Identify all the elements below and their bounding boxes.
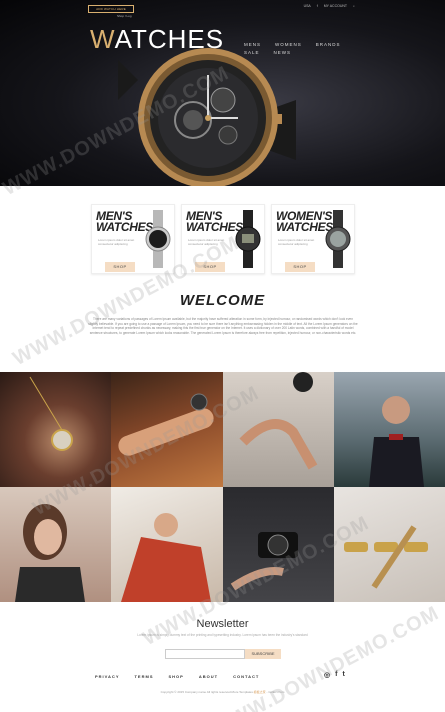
copyright-link[interactable]: 模板之家: [254, 690, 266, 694]
gallery-photo-man-red[interactable]: [111, 487, 223, 602]
newsletter-title: Newsletter: [196, 618, 249, 630]
gallery-photo-camera[interactable]: [222, 487, 334, 602]
cart-button[interactable]: ADD WATCH HERE: [88, 5, 134, 13]
logo-first-letter: W: [90, 24, 115, 54]
steel-watch-image: [145, 210, 171, 268]
digital-watch-image: [235, 210, 261, 268]
footer-link-shop[interactable]: SHOP: [168, 674, 183, 679]
gallery-photo-watches-display[interactable]: [333, 487, 445, 602]
product-card-mens-2[interactable]: MEN'S WATCHES Lorem ipsum dolor sit amet…: [181, 204, 265, 274]
newsletter-email-input[interactable]: [165, 649, 245, 659]
facebook-icon[interactable]: f: [335, 671, 337, 679]
card-description: Lorem ipsum dolor sit amet consectetur a…: [98, 238, 135, 246]
search-icon[interactable]: ⌕: [353, 4, 355, 8]
footer-link-terms[interactable]: TERMS: [134, 674, 153, 679]
social-links: ◎ f t: [324, 671, 345, 679]
hero-banner: ADD WATCH HERE Shop / Log WATCHES USA f …: [0, 0, 445, 186]
facebook-icon[interactable]: f: [317, 4, 318, 8]
gallery-photo-woman[interactable]: [0, 487, 112, 602]
instagram-icon[interactable]: ◎: [324, 671, 330, 679]
sport-watch-image: [325, 210, 351, 268]
product-card-womens[interactable]: WOMEN'S WATCHES Lorem ipsum dolor sit am…: [271, 204, 355, 274]
welcome-text: There are many variations of passages of…: [88, 317, 358, 335]
nav-item-brands[interactable]: BRANDS: [316, 42, 341, 47]
subscribe-button[interactable]: SUBSCRIBE: [245, 649, 281, 659]
footer-nav: PRIVACY TERMS SHOP ABOUT CONTACT: [95, 674, 259, 679]
card-description: Lorem ipsum dolor sit amet consectetur a…: [278, 238, 315, 246]
newsletter-form: SUBSCRIBE: [165, 649, 281, 659]
login-link[interactable]: Shop / Log: [117, 14, 132, 18]
card-description: Lorem ipsum dolor sit amet consectetur a…: [188, 238, 225, 246]
footer-link-about[interactable]: ABOUT: [199, 674, 218, 679]
gallery-photo-pocket-watch[interactable]: [0, 372, 112, 487]
hero-watch-image: [118, 48, 296, 186]
gallery-photo-hands[interactable]: [222, 372, 334, 487]
copyright-main: Copyright © 2015 Company name All rights…: [160, 690, 253, 694]
photo-gallery: [0, 372, 445, 602]
copyright-tail: - Collect from: [266, 690, 285, 694]
twitter-icon[interactable]: t: [342, 671, 344, 679]
top-bar: USA f MY ACCOUNT ⌕: [304, 4, 355, 8]
region-link[interactable]: USA: [304, 4, 311, 8]
gallery-photo-man-suit[interactable]: [333, 372, 445, 487]
product-card-mens-1[interactable]: MEN'S WATCHES Lorem ipsum dolor sit amet…: [91, 204, 175, 274]
footer-link-privacy[interactable]: PRIVACY: [95, 674, 119, 679]
welcome-title: WELCOME: [179, 292, 266, 309]
footer-link-contact[interactable]: CONTACT: [233, 674, 259, 679]
shop-button[interactable]: SHOP: [105, 262, 135, 272]
copyright-text: Copyright © 2015 Company name All rights…: [0, 690, 445, 694]
shop-button[interactable]: SHOP: [285, 262, 315, 272]
product-cards: MEN'S WATCHES Lorem ipsum dolor sit amet…: [91, 204, 356, 274]
gallery-photo-wrist[interactable]: [111, 372, 223, 487]
newsletter-subtitle: Lorem ipsum is simply dummy text of the …: [137, 633, 308, 637]
account-link[interactable]: MY ACCOUNT: [324, 4, 347, 8]
shop-button[interactable]: SHOP: [195, 262, 225, 272]
